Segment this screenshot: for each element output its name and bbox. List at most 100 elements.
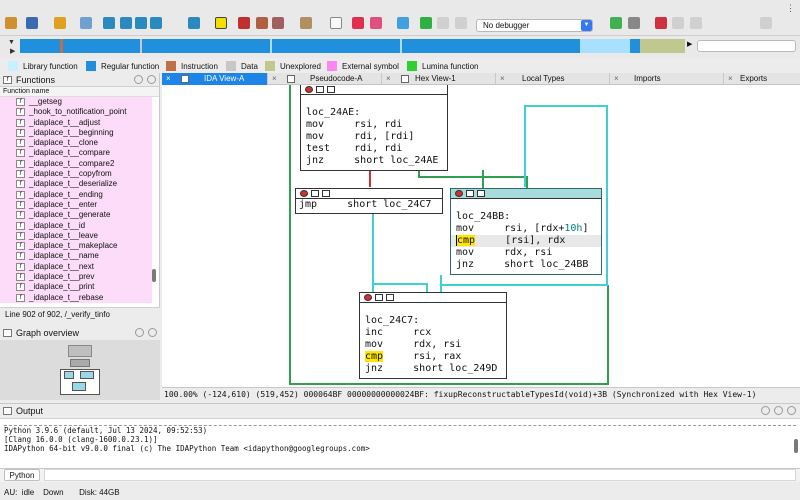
close-icon[interactable]: × [166, 73, 171, 85]
list-item[interactable]: f _idaplace_t__makeplace [0, 241, 152, 252]
list-item[interactable]: f _idaplace_t__name [0, 251, 152, 262]
search-icon[interactable] [135, 17, 147, 29]
list-item[interactable]: f _idaplace_t__deserialize [0, 179, 152, 190]
cli-language-button[interactable]: Python [4, 469, 40, 481]
list-item[interactable]: f _idaplace_t__beginning [0, 127, 152, 139]
search-next-icon[interactable] [150, 17, 162, 29]
tool-icon[interactable] [655, 17, 667, 29]
list-item[interactable]: f _idaplace_t__compare [0, 148, 152, 159]
array-icon[interactable] [300, 17, 312, 29]
save-icon[interactable] [26, 17, 38, 29]
close-icon[interactable]: × [728, 73, 733, 85]
jump-icon[interactable] [103, 17, 115, 29]
group-icon[interactable] [327, 86, 335, 93]
function-icon[interactable] [330, 17, 342, 29]
color-icon[interactable] [305, 86, 313, 93]
list-item[interactable]: f _idaplace_t__compare2 [0, 158, 152, 170]
graph-overview-canvas[interactable] [0, 340, 160, 400]
legend-swatch [327, 61, 337, 71]
step-icon[interactable] [610, 17, 622, 29]
step-over-icon[interactable] [628, 17, 640, 29]
close-icon[interactable]: × [500, 73, 505, 85]
float-icon[interactable] [774, 406, 783, 415]
minimize-icon[interactable] [134, 75, 143, 84]
debugger-select[interactable]: No debugger ▼ [476, 19, 593, 32]
list-item[interactable]: f _hook_to_notification_point [0, 107, 152, 118]
color-icon[interactable] [364, 294, 372, 301]
group-icon[interactable] [386, 294, 394, 301]
navigation-strip[interactable] [20, 39, 685, 53]
column-header[interactable]: Function name [0, 87, 159, 97]
list-item[interactable]: f _idaplace_t__leave [0, 230, 152, 242]
list-item[interactable]: f _idaplace_t__print [0, 282, 152, 293]
breakpoint-icon[interactable] [352, 17, 364, 29]
list-item[interactable]: f _idaplace_t__ending [0, 189, 152, 200]
struct-icon[interactable] [272, 17, 284, 29]
run-icon[interactable] [420, 17, 432, 29]
close-icon[interactable] [148, 328, 157, 337]
code-block-loc-24ae[interactable]: loc_24AE: mov rsi, rdi mov rdi, [rdi] te… [300, 85, 448, 171]
list-item[interactable]: f _idaplace_t__rebase [0, 292, 152, 303]
cli-input[interactable] [44, 469, 796, 481]
ida-graph-view[interactable]: loc_24AE: mov rsi, rdi mov rdi, [rdi] te… [162, 85, 800, 387]
close-icon[interactable]: × [386, 73, 391, 85]
nav-search-input[interactable] [697, 40, 796, 52]
close-icon[interactable]: × [614, 73, 619, 85]
nav-pin-icon: ▼ [8, 39, 15, 46]
tab-exports[interactable]: × Exports [724, 73, 800, 85]
tab-local-types[interactable]: × Local Types [496, 73, 610, 85]
back-icon[interactable] [54, 17, 66, 29]
data-icon[interactable] [256, 17, 268, 29]
hex-icon[interactable] [370, 17, 382, 29]
tool3-icon[interactable] [690, 17, 702, 29]
jump2-icon[interactable] [120, 17, 132, 29]
functions-scrollbar[interactable] [152, 269, 156, 282]
minimize-icon[interactable] [761, 406, 770, 415]
tab-pseudocode-a[interactable]: × Pseudocode-A [268, 73, 382, 85]
title-icon[interactable] [375, 294, 383, 301]
nav-right-icon[interactable]: ▶ [687, 40, 692, 48]
list-item[interactable]: f _idaplace_t__clone [0, 138, 152, 149]
more-icon[interactable]: ⋮ [786, 3, 795, 14]
function-list[interactable]: f __getseg f _hook_to_notification_point f… [0, 97, 152, 312]
nav-left-icon[interactable]: ▶ [10, 47, 15, 55]
list-item[interactable]: f __getseg [0, 97, 152, 108]
pause-icon[interactable] [437, 17, 449, 29]
list-item[interactable]: f _idaplace_t__enter [0, 199, 152, 211]
title-icon[interactable] [311, 190, 319, 197]
color-icon[interactable] [455, 190, 463, 197]
list-item[interactable]: f _idaplace_t__id [0, 220, 152, 231]
edge-green [289, 85, 291, 385]
tool4-icon[interactable] [760, 17, 772, 29]
close-icon[interactable]: × [272, 73, 277, 85]
title-icon[interactable] [466, 190, 474, 197]
trace-icon[interactable] [397, 17, 409, 29]
color-icon[interactable] [300, 190, 308, 197]
tab-hex-view-1[interactable]: × Hex View-1 [382, 73, 496, 85]
output-scrollbar[interactable] [794, 439, 798, 453]
code-block-loc-24c7[interactable]: loc_24C7: inc rcx mov rdx, rsi cmp rsi, … [359, 292, 507, 379]
code-block-jmp[interactable]: jmp short loc_24C7 [295, 188, 443, 214]
code-icon[interactable] [238, 17, 250, 29]
down-arrow-icon[interactable] [188, 17, 200, 29]
group-icon[interactable] [322, 190, 330, 197]
list-item[interactable]: f _idaplace_t__adjust [0, 117, 152, 128]
open-icon[interactable] [5, 17, 17, 29]
tool2-icon[interactable] [672, 17, 684, 29]
close-icon[interactable] [787, 406, 796, 415]
tab-imports[interactable]: × Imports [610, 73, 724, 85]
list-item[interactable]: f _idaplace_t__prev [0, 272, 152, 283]
forward-icon[interactable] [80, 17, 92, 29]
group-icon[interactable] [477, 190, 485, 197]
tab-ida-view-a[interactable]: × IDA View-A [162, 73, 268, 85]
close-icon[interactable] [147, 75, 156, 84]
minimize-icon[interactable] [135, 328, 144, 337]
text-icon[interactable] [215, 17, 227, 29]
stop-icon[interactable] [455, 17, 467, 29]
list-item[interactable]: f _idaplace_t__copyfrom [0, 169, 152, 180]
function-icon: f [16, 293, 25, 302]
list-item[interactable]: f _idaplace_t__generate [0, 210, 152, 221]
title-icon[interactable] [316, 86, 324, 93]
code-block-loc-24bb[interactable]: loc_24BB: mov rsi, [rdx+10h] cmp [rsi], … [450, 188, 602, 275]
list-item[interactable]: f _idaplace_t__next [0, 261, 152, 273]
